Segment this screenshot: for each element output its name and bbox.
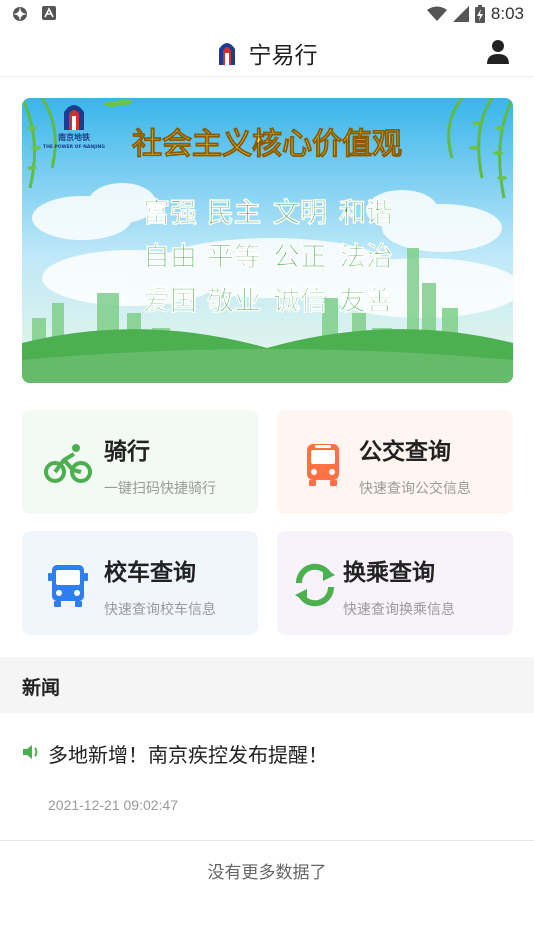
value-text: 平等 — [207, 241, 261, 273]
news-section-title: 新闻 — [22, 677, 61, 699]
banner-logo-text: 南京地铁 — [58, 132, 90, 142]
no-more-data-text: 没有更多数据了 — [207, 863, 327, 883]
bus-query-card[interactable]: 公交查询 快速查询公交信息 — [277, 410, 513, 514]
value-text: 敬业 — [206, 286, 261, 317]
value-text: 友善 — [339, 285, 393, 317]
signal-icon — [452, 6, 469, 22]
nanjing-metro-logo-icon — [218, 43, 235, 65]
bicycle-icon — [44, 444, 92, 483]
banner-headline: 社会主义核心价值观 — [132, 127, 402, 162]
card-title: 公交查询 — [359, 439, 451, 465]
transfer-query-card[interactable]: 换乘查询 快速查询换乘信息 — [277, 531, 513, 635]
notification-a-icon — [42, 6, 56, 20]
value-text: 富强 — [143, 197, 197, 229]
value-text: 自由 — [143, 241, 197, 273]
user-icon[interactable] — [484, 38, 512, 66]
value-text: 诚信 — [273, 286, 327, 317]
wifi-icon — [426, 6, 447, 21]
card-subtitle: 快速查询公交信息 — [359, 481, 471, 497]
core-values-banner[interactable]: 南京地铁 THE POWER OF NANJING 社会主义核心价值观 富强 民… — [22, 98, 513, 383]
speaker-icon — [23, 745, 38, 759]
status-bar: 8:03 — [0, 0, 534, 28]
value-text: 民主 — [207, 198, 261, 229]
card-title: 骑行 — [104, 439, 150, 465]
settings-icon — [13, 7, 27, 21]
card-title: 换乘查询 — [343, 560, 435, 586]
school-bus-query-card[interactable]: 校车查询 快速查询校车信息 — [22, 531, 258, 635]
cycling-card[interactable]: 骑行 一键扫码快捷骑行 — [22, 410, 258, 514]
bus-icon — [307, 444, 339, 486]
value-text: 法治 — [339, 242, 393, 273]
app-bar: 宁易行 — [0, 28, 534, 77]
value-text: 公正 — [273, 242, 327, 273]
news-section-header: 新闻 — [0, 657, 534, 713]
news-timestamp: 2021-12-21 09:02:47 — [48, 797, 178, 813]
value-text: 爱国 — [143, 286, 197, 317]
school-bus-icon — [48, 565, 88, 607]
card-subtitle: 快速查询换乘信息 — [343, 602, 455, 618]
card-subtitle: 一键扫码快捷骑行 — [104, 481, 216, 497]
value-text: 和谐 — [339, 198, 393, 229]
value-text: 文明 — [273, 197, 327, 229]
card-title: 校车查询 — [104, 560, 196, 586]
news-title: 多地新增！南京疾控发布提醒！ — [48, 743, 328, 767]
page-title: 宁易行 — [248, 43, 318, 69]
status-time: 8:03 — [490, 4, 524, 23]
card-subtitle: 快速查询校车信息 — [104, 602, 216, 618]
news-list-item[interactable]: 多地新增！南京疾控发布提醒！ 2021-12-21 09:02:47 — [0, 713, 534, 841]
transfer-icon — [295, 563, 335, 607]
banner-logo-subtext: THE POWER OF NANJING — [43, 144, 105, 150]
battery-icon — [474, 5, 485, 23]
